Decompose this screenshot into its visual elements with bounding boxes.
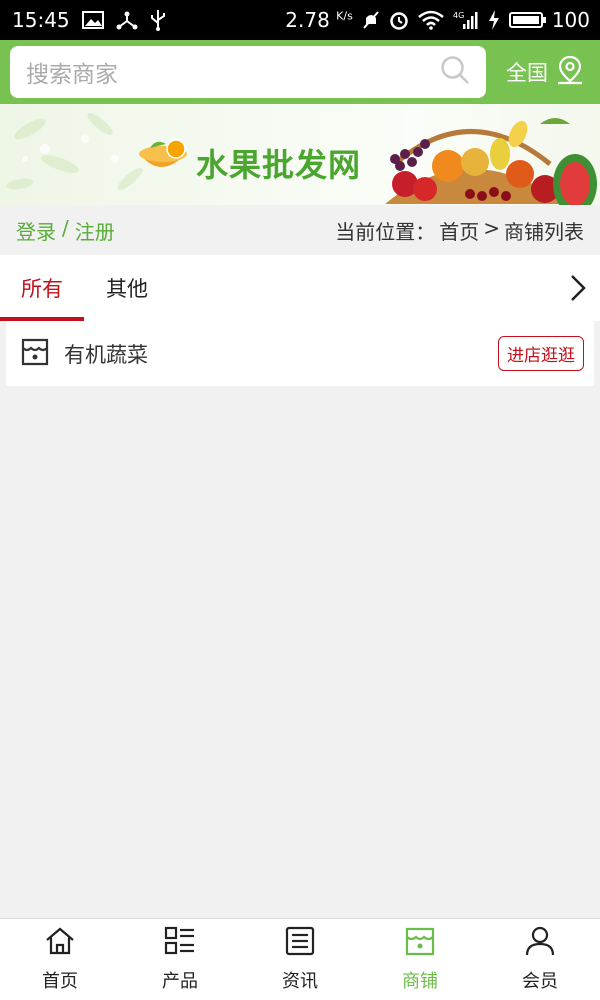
status-bar: 15:45 2.78 K/s 4G 100 [0,0,600,40]
user-icon [524,926,556,961]
register-link[interactable]: 注册 [75,216,115,245]
image-icon [81,11,104,29]
breadcrumb: 当前位置： 首页 > 商铺列表 [335,216,584,245]
share-icon [116,10,138,30]
status-time: 15:45 [12,8,70,32]
visit-store-button[interactable]: 进店逛逛 [498,336,584,371]
tab-all[interactable]: 所有 [0,255,84,321]
signal-icon: 4G [453,10,479,30]
location-pin-icon [556,55,584,90]
mute-icon [362,10,380,30]
nav-news[interactable]: 资讯 [240,919,360,1000]
fruit-basket-image [385,118,597,205]
nav-home[interactable]: 首页 [0,919,120,1000]
alarm-icon [389,10,409,30]
grid-list-icon [164,926,196,961]
login-link[interactable]: 登录 [16,216,56,245]
banner-title: 水果批发网 [196,146,362,184]
nav-member-label: 会员 [522,971,558,992]
fruit-cup-logo [139,139,187,167]
header: 搜索商家 全国 [0,40,600,104]
charging-icon [488,10,500,30]
nav-home-label: 首页 [42,971,78,992]
store-icon [404,926,436,961]
account-separator: / [62,215,69,240]
account-links: 登录 / 注册 [16,216,115,245]
battery-level: 100 [551,8,590,32]
category-tabs: 所有 其他 [0,255,600,321]
home-icon [44,926,76,961]
region-selector[interactable]: 全国 [486,55,590,90]
nav-member[interactable]: 会员 [480,919,600,1000]
nav-news-label: 资讯 [282,971,318,992]
usb-icon [150,9,166,31]
breadcrumb-home[interactable]: 首页 [439,216,479,245]
search-placeholder: 搜索商家 [26,62,118,88]
store-icon [20,337,50,371]
breadcrumb-current: 商铺列表 [504,219,584,244]
search-icon[interactable] [440,55,470,89]
battery-icon [508,12,546,28]
nav-shops-label: 商铺 [402,971,438,992]
document-icon [284,926,316,961]
nav-shops[interactable]: 商铺 [360,919,480,1000]
search-input[interactable]: 搜索商家 [10,46,486,98]
wifi-icon [418,10,444,30]
store-name[interactable]: 有机蔬菜 [64,339,148,369]
list-item[interactable]: 有机蔬菜 进店逛逛 [6,321,594,386]
bottom-nav: 首页 产品 资讯 商铺 会员 [0,918,600,1000]
nav-products-label: 产品 [162,971,198,992]
banner[interactable]: 水果批发网 [0,104,600,205]
nav-products[interactable]: 产品 [120,919,240,1000]
info-bar: 登录 / 注册 当前位置： 首页 > 商铺列表 [0,205,600,255]
breadcrumb-prefix: 当前位置： [335,219,436,244]
tab-other[interactable]: 其他 [84,255,170,321]
net-speed: 2.78 K/s [285,8,353,32]
svg-text:4G: 4G [453,11,464,20]
region-label: 全国 [506,61,548,85]
breadcrumb-arrow: > [483,215,500,240]
chevron-right-icon[interactable] [568,273,588,307]
